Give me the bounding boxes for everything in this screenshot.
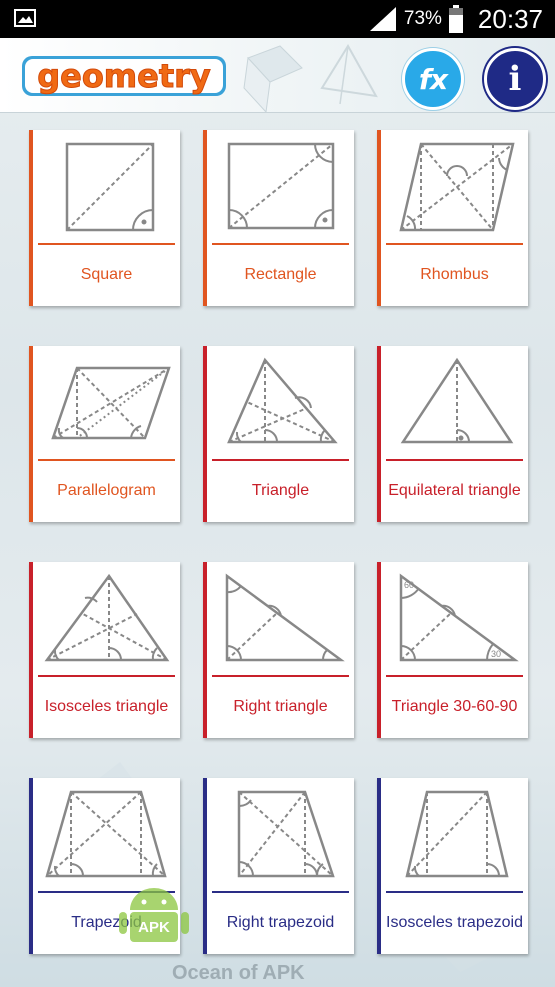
right-triangle-figure xyxy=(225,573,345,662)
triangle-figure xyxy=(227,357,338,444)
rectangle-figure xyxy=(227,142,335,230)
status-right: 73% 20:37 xyxy=(368,4,543,34)
card-divider xyxy=(212,243,349,245)
card-divider xyxy=(38,675,175,677)
card-divider xyxy=(38,459,175,461)
apk-badge-text: APK xyxy=(138,919,170,936)
shape-card-isosceles-triangle[interactable]: Isosceles triangle xyxy=(29,562,180,738)
card-divider xyxy=(386,459,523,461)
info-button[interactable]: i xyxy=(484,48,546,110)
rhombus-figure xyxy=(399,142,515,232)
shape-label: Triangle xyxy=(251,481,310,499)
shapes-grid: Square Rectangle Rhombus Parallelogram T… xyxy=(0,112,555,987)
shape-card-isosceles-trapezoid[interactable]: Isosceles trapezoid xyxy=(377,778,528,954)
shape-label: Equilateral triangle xyxy=(388,481,521,499)
shape-card-triangle[interactable]: Triangle xyxy=(203,346,354,522)
shape-card-equilateral-triangle[interactable]: Equilateral triangle xyxy=(377,346,528,522)
info-icon: i xyxy=(508,59,522,99)
shape-label: Rhombus xyxy=(420,265,489,283)
card-divider xyxy=(212,675,349,677)
watermark-text: Ocean of APK xyxy=(172,962,305,984)
formulas-button[interactable]: fx xyxy=(402,48,464,110)
shape-card-square[interactable]: Square xyxy=(29,130,180,306)
equilateral-triangle-figure xyxy=(400,357,514,444)
triangle-30-60-90-figure: 60 30 xyxy=(399,573,519,662)
card-divider xyxy=(38,243,175,245)
svg-text:geometry: geometry xyxy=(37,57,211,95)
shape-label: Rectangle xyxy=(244,265,317,283)
right-trapezoid-figure xyxy=(237,790,335,878)
signal-icon xyxy=(369,7,396,31)
shape-card-rhombus[interactable]: Rhombus xyxy=(377,130,528,306)
square-figure xyxy=(65,142,155,232)
trapezoid-figure xyxy=(45,790,167,878)
shape-label: Square xyxy=(80,265,133,283)
shape-label: Triangle 30-60-90 xyxy=(391,697,518,715)
app-header: geometry fx i xyxy=(0,38,555,113)
shape-label: Right trapezoid xyxy=(226,913,335,931)
shape-card-right-trapezoid[interactable]: Right trapezoid xyxy=(203,778,354,954)
angle-60-label: 60 xyxy=(404,580,414,590)
shape-card-triangle-30-60-90[interactable]: 60 30 Triangle 30-60-90 xyxy=(377,562,528,738)
shape-label: Right triangle xyxy=(233,697,328,715)
android-watermark-icon: APK xyxy=(119,888,189,942)
battery-percent: 73% xyxy=(403,8,442,29)
gallery-icon xyxy=(14,9,36,27)
isosceles-trapezoid-figure xyxy=(405,790,509,878)
shape-label: Isosceles trapezoid xyxy=(386,913,523,931)
battery-icon xyxy=(448,5,463,33)
card-divider xyxy=(212,891,349,893)
shape-label: Parallelogram xyxy=(57,481,156,499)
parallelogram-figure xyxy=(51,366,171,440)
card-divider xyxy=(386,243,523,245)
fx-label: fx xyxy=(418,62,448,96)
shape-card-right-triangle[interactable]: Right triangle xyxy=(203,562,354,738)
shape-card-parallelogram[interactable]: Parallelogram xyxy=(29,346,180,522)
app-logo: geometry xyxy=(22,56,226,96)
shape-label: Isosceles triangle xyxy=(44,697,169,715)
card-divider xyxy=(386,675,523,677)
status-bar: 73% 20:37 xyxy=(0,0,555,38)
card-divider xyxy=(212,459,349,461)
clock: 20:37 xyxy=(477,3,543,34)
isosceles-triangle-figure xyxy=(44,573,170,662)
angle-30-label: 30 xyxy=(491,649,501,659)
card-divider xyxy=(386,891,523,893)
shape-card-rectangle[interactable]: Rectangle xyxy=(203,130,354,306)
